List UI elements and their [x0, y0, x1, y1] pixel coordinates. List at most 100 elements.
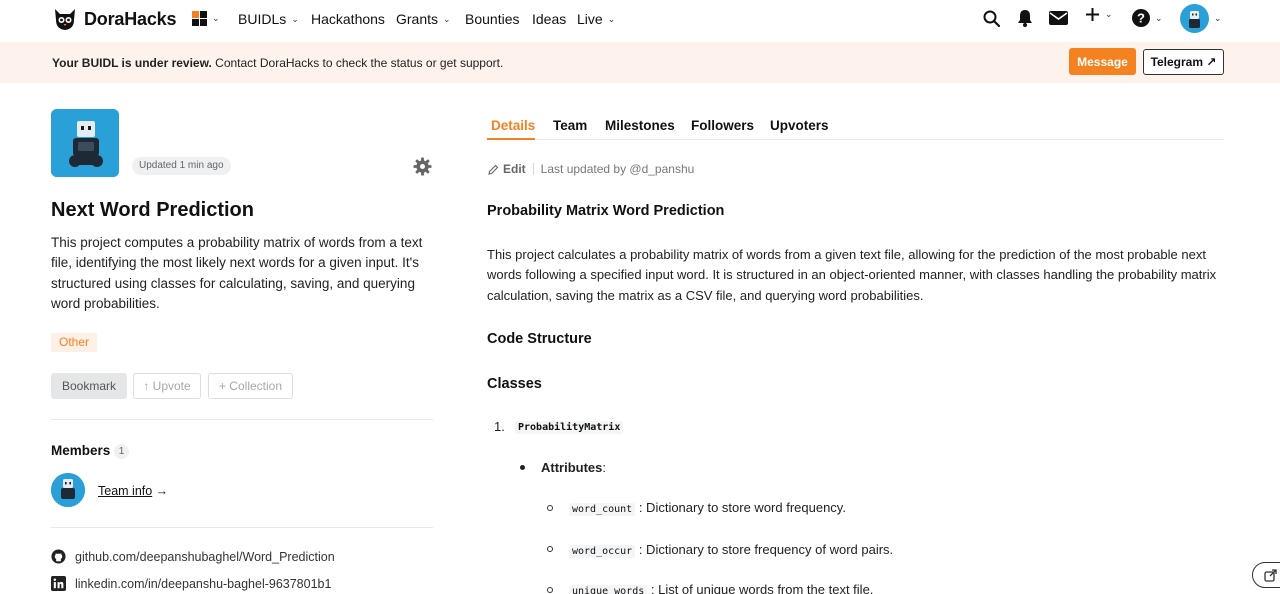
bookmark-button[interactable]: Bookmark	[51, 373, 127, 399]
banner-text: Your BUIDL is under review. Contact Dora…	[52, 56, 503, 70]
details-paragraph: This project calculates a probability ma…	[487, 247, 1217, 303]
user-menu-button[interactable]: ⌄	[1180, 4, 1222, 33]
attribute-code: word_occur	[569, 545, 636, 558]
circle-bullet-icon	[547, 587, 553, 593]
nav-live[interactable]: Live ⌄	[577, 11, 615, 27]
attribute-description: : Dictionary to store frequency of word …	[635, 542, 894, 557]
apps-grid-icon	[192, 11, 207, 26]
mail-icon[interactable]	[1049, 11, 1068, 25]
team-info-label: Team info	[98, 484, 153, 498]
project-tabs: Details Team Milestones Followers Upvote…	[487, 118, 1224, 140]
help-menu-button[interactable]: ? ⌄	[1132, 9, 1163, 27]
linkedin-link[interactable]: linkedin.com/in/deepanshu-baghel-9637801…	[51, 576, 331, 591]
nav-hackathons-label: Hackathons	[311, 11, 385, 27]
list-number: 1.	[494, 419, 505, 434]
message-button[interactable]: Message	[1069, 48, 1136, 75]
members-label: Members	[51, 443, 111, 458]
attribute-description: : List of unique words from the text fil…	[647, 582, 874, 594]
attributes-label: Attributes:	[541, 460, 606, 475]
nav-ideas-label: Ideas	[532, 11, 567, 27]
dorahacks-logo[interactable]: DoraHacks	[52, 6, 176, 32]
divider	[532, 163, 534, 175]
chevron-down-icon: ⌄	[291, 13, 299, 24]
divider	[51, 419, 433, 420]
chevron-down-icon: ⌄	[212, 13, 220, 23]
edit-label: Edit	[503, 162, 526, 176]
edit-row: Edit Last updated by @d_panshu	[488, 162, 694, 176]
chevron-down-icon: ⌄	[1105, 9, 1113, 19]
attributes-colon: :	[602, 460, 607, 475]
upvote-button[interactable]: ↑ Upvote	[133, 373, 201, 399]
active-tab-indicator	[487, 138, 535, 140]
attributes-label-text: Attributes	[541, 460, 603, 475]
nav-live-label: Live	[577, 11, 603, 27]
nav-grants-label: Grants	[396, 11, 439, 27]
bullet-icon	[520, 465, 525, 470]
tab-followers[interactable]: Followers	[691, 118, 754, 133]
divider	[51, 527, 433, 528]
chevron-down-icon: ⌄	[443, 13, 451, 24]
edit-button[interactable]: Edit	[488, 162, 526, 176]
class-name-code: ProbabilityMatrix	[515, 421, 624, 434]
chevron-down-icon: ⌄	[1214, 13, 1222, 23]
updated-badge: Updated 1 min ago	[132, 157, 231, 175]
classes-heading: Classes	[487, 376, 542, 392]
create-menu-button[interactable]: ⌄	[1085, 7, 1113, 22]
nav-hackathons[interactable]: Hackathons	[311, 11, 385, 27]
robot-icon	[51, 473, 85, 507]
banner-body-text: Contact DoraHacks to check the status or…	[211, 56, 504, 70]
arrow-right-icon: →	[152, 484, 169, 498]
nav-buidls[interactable]: BUIDLs ⌄	[238, 11, 299, 27]
svg-text:?: ?	[1137, 11, 1145, 26]
nav-bounties-label: Bounties	[465, 11, 520, 27]
category-tag[interactable]: Other	[51, 333, 98, 352]
project-title: Next Word Prediction	[51, 199, 254, 221]
list-item: word_occur : Dictionary to store frequen…	[569, 542, 894, 558]
attribute-description: : Dictionary to store word frequency.	[635, 500, 846, 515]
code-structure-heading: Code Structure	[487, 331, 592, 347]
top-navbar: DoraHacks ⌄ BUIDLs ⌄ Hackathons Grants ⌄…	[0, 0, 1280, 42]
chevron-down-icon: ⌄	[1155, 12, 1163, 23]
last-updated-text: Last updated by @d_panshu	[540, 162, 695, 176]
floating-share-button[interactable]	[1252, 562, 1280, 588]
telegram-button[interactable]: Telegram ↗	[1143, 49, 1224, 75]
github-link[interactable]: github.com/deepanshubaghel/Word_Predicti…	[51, 549, 335, 564]
list-item: unique_words : List of unique words from…	[569, 582, 873, 594]
details-heading: Probability Matrix Word Prediction	[487, 203, 725, 219]
linkedin-icon	[51, 576, 66, 591]
team-info-link[interactable]: Team info →	[98, 484, 168, 498]
attribute-code: word_count	[569, 503, 636, 516]
bell-icon[interactable]	[1017, 9, 1033, 27]
tab-milestones[interactable]: Milestones	[605, 118, 675, 133]
attribute-code: unique_words	[569, 585, 648, 594]
nav-grants[interactable]: Grants ⌄	[396, 11, 451, 27]
circle-bullet-icon	[547, 505, 553, 511]
member-avatar[interactable]	[51, 473, 85, 507]
help-icon: ?	[1132, 9, 1150, 27]
add-to-collection-button[interactable]: + Collection	[208, 373, 293, 399]
project-description: This project computes a probability matr…	[51, 235, 423, 311]
robot-icon	[51, 109, 119, 177]
settings-gear-icon[interactable]	[413, 157, 432, 176]
list-item: word_count : Dictionary to store word fr…	[569, 500, 846, 516]
nav-ideas[interactable]: Ideas	[532, 11, 566, 27]
tab-upvoters[interactable]: Upvoters	[770, 118, 829, 133]
tab-team[interactable]: Team	[553, 118, 587, 133]
circle-bullet-icon	[547, 546, 553, 552]
user-avatar	[1180, 4, 1209, 33]
nav-bounties[interactable]: Bounties	[465, 11, 519, 27]
tab-details[interactable]: Details	[491, 118, 535, 133]
brand-name: DoraHacks	[84, 8, 177, 29]
pencil-icon	[488, 164, 499, 175]
apps-menu-button[interactable]: ⌄	[192, 11, 220, 26]
github-link-label: github.com/deepanshubaghel/Word_Predicti…	[75, 549, 335, 564]
members-count-badge: 1	[114, 444, 129, 459]
nav-buidls-label: BUIDLs	[238, 11, 287, 27]
search-icon[interactable]	[983, 10, 1000, 27]
plus-icon	[1086, 8, 1099, 21]
dorahacks-logo-icon	[55, 9, 75, 30]
share-icon	[1264, 569, 1277, 582]
linkedin-link-label: linkedin.com/in/deepanshu-baghel-9637801…	[75, 576, 332, 591]
chevron-down-icon: ⌄	[607, 13, 616, 24]
github-icon	[51, 549, 66, 564]
